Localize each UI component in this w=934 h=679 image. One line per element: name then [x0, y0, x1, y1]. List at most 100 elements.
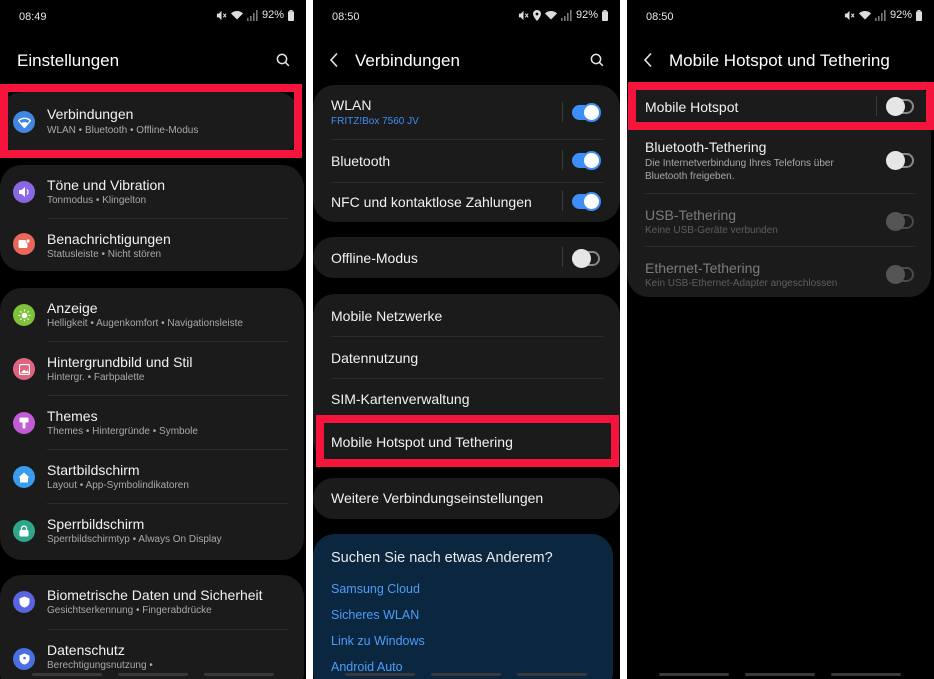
item-subtitle: Keine USB-Geräte verbunden — [645, 225, 778, 236]
wlan-network: FRITZ!Box 7560 JV — [331, 116, 419, 127]
mobile-hotspot-toggle[interactable] — [886, 97, 914, 116]
settings-item-startbildschirm[interactable]: Startbildschirm Layout • App-Symbolindik… — [0, 450, 304, 504]
settings-item-themes[interactable]: Themes Themes • Hintergründe • Symbole — [0, 396, 304, 450]
nav-bar — [0, 673, 306, 677]
item-title: Hintergrundbild und Stil — [47, 354, 193, 370]
offline-toggle[interactable] — [572, 249, 600, 268]
battery-icon — [602, 9, 608, 21]
settings-group: Töne und Vibration Tonmodus • Klingelton… — [0, 165, 304, 271]
ethernet-tethering-row: Ethernet-Tethering Kein USB-Ethernet-Ada… — [627, 247, 931, 297]
item-title: Mobile Hotspot — [645, 99, 739, 115]
settings-group: Biometrische Daten und Sicherheit Gesich… — [0, 575, 304, 679]
usb-tethering-row: USB-Tethering Keine USB-Geräte verbunden — [627, 194, 931, 246]
menu-item-sim[interactable]: SIM-Kartenverwaltung — [313, 379, 620, 420]
item-subtitle: Tonmodus • Klingelton — [47, 195, 147, 206]
wifi-status-icon — [544, 10, 557, 19]
privacy-icon — [13, 648, 35, 670]
menu-group: Weitere Verbindungseinstellungen — [313, 478, 620, 519]
wlan-row[interactable]: WLAN FRITZ!Box 7560 JV — [313, 85, 620, 139]
settings-item-hintergrundbild[interactable]: Hintergrundbild und Stil Hintergr. • Far… — [0, 342, 304, 396]
lock-icon — [13, 520, 35, 542]
wlan-toggle[interactable] — [572, 103, 601, 122]
status-bar: 08:50 92% — [627, 0, 934, 34]
menu-item-weitere[interactable]: Weitere Verbindungseinstellungen — [313, 478, 620, 519]
menu-group: Mobile Netzwerke Datennutzung SIM-Karten… — [313, 294, 620, 462]
menu-item-mobile-netzwerke[interactable]: Mobile Netzwerke — [313, 294, 620, 336]
item-title: Weitere Verbindungseinstellungen — [331, 490, 544, 506]
settings-item-sperrbildschirm[interactable]: Sperrbildschirm Sperrbildschirmtyp • Alw… — [0, 504, 304, 560]
page-title: Verbindungen — [355, 51, 460, 70]
item-title: Datennutzung — [331, 350, 419, 366]
mute-icon — [844, 10, 855, 20]
nav-bar — [627, 673, 934, 677]
toggle-group: Offline-Modus — [313, 237, 620, 278]
item-subtitle: Hintergr. • Farbpalette — [47, 372, 145, 383]
image-icon — [13, 358, 35, 380]
mute-icon — [216, 10, 227, 20]
settings-item-toene[interactable]: Töne und Vibration Tonmodus • Klingelton — [0, 165, 304, 219]
back-arrow-icon[interactable] — [643, 52, 653, 68]
item-subtitle: Die Internetverbindung Ihres Telefons üb… — [645, 158, 834, 182]
bluetooth-tethering-toggle[interactable] — [886, 151, 914, 170]
link-android-auto[interactable]: Android Auto — [331, 660, 403, 674]
speaker-icon — [13, 181, 35, 203]
item-subtitle: Layout • App-Symbolindikatoren — [47, 480, 189, 491]
brush-icon — [13, 412, 35, 434]
item-title: Benachrichtigungen — [47, 231, 171, 247]
item-title: Bluetooth — [331, 153, 391, 169]
mobile-hotspot-row[interactable]: Mobile Hotspot — [627, 84, 931, 130]
status-time: 08:50 — [332, 11, 360, 23]
search-icon[interactable] — [276, 53, 290, 67]
item-title: Datenschutz — [47, 642, 125, 658]
ethernet-tethering-toggle — [886, 265, 914, 284]
settings-item-benachrichtigungen[interactable]: Benachrichtigungen Statusleiste • Nicht … — [0, 219, 304, 271]
nfc-row[interactable]: NFC und kontaktlose Zahlungen — [313, 183, 620, 222]
bluetooth-tethering-row[interactable]: Bluetooth-Tethering Die Internetverbindu… — [627, 130, 931, 192]
page-title: Einstellungen — [17, 51, 120, 70]
settings-group: Verbindungen WLAN • Bluetooth • Offline-… — [0, 92, 299, 154]
status-time: 08:49 — [19, 11, 47, 23]
separator — [562, 150, 563, 170]
item-title: SIM-Kartenverwaltung — [331, 391, 470, 407]
separator — [562, 247, 563, 267]
item-subtitle: Sperrbildschirmtyp • Always On Display — [47, 534, 222, 545]
tethering-group: Mobile Hotspot Bluetooth-Tethering Die I… — [627, 84, 931, 297]
bluetooth-row[interactable]: Bluetooth — [313, 140, 620, 180]
item-subtitle: Statusleiste • Nicht stören — [47, 249, 162, 260]
link-samsung-cloud[interactable]: Samsung Cloud — [331, 582, 420, 596]
battery-level: 92% — [889, 9, 912, 21]
settings-item-verbindungen[interactable]: Verbindungen WLAN • Bluetooth • Offline-… — [0, 92, 299, 154]
item-title: NFC und kontaktlose Zahlungen — [331, 194, 532, 210]
back-arrow-icon[interactable] — [329, 52, 339, 68]
status-bar: 08:50 92% — [313, 0, 620, 34]
settings-item-datenschutz[interactable]: Datenschutz Berechtigungsnutzung • — [0, 630, 304, 679]
settings-screen: 08:49 92% Einstellungen Verbindungen WLA… — [0, 0, 306, 679]
shield-icon — [13, 591, 35, 613]
menu-item-datennutzung[interactable]: Datennutzung — [313, 337, 620, 378]
item-subtitle: Berechtigungsnutzung • — [47, 660, 153, 671]
menu-item-hotspot[interactable]: Mobile Hotspot und Tethering — [313, 421, 620, 462]
link-zu-windows[interactable]: Link zu Windows — [331, 634, 425, 648]
nfc-toggle[interactable] — [572, 192, 601, 211]
notification-icon — [13, 233, 35, 255]
separator — [876, 96, 877, 116]
item-title: USB-Tethering — [645, 207, 737, 223]
location-icon — [532, 9, 541, 21]
item-subtitle: Kein USB-Ethernet-Adapter angeschlossen — [645, 278, 838, 289]
separator — [562, 102, 563, 122]
suggestion-question: Suchen Sie nach etwas Anderem? — [331, 550, 553, 566]
suggestion-panel: Suchen Sie nach etwas Anderem? Samsung C… — [313, 534, 613, 679]
settings-item-anzeige[interactable]: Anzeige Helligkeit • Augenkomfort • Navi… — [0, 288, 304, 342]
item-subtitle: Themes • Hintergründe • Symbole — [47, 426, 198, 437]
signal-icon — [874, 9, 886, 21]
offline-row[interactable]: Offline-Modus — [313, 237, 620, 278]
search-icon[interactable] — [590, 53, 604, 67]
settings-item-biometrie[interactable]: Biometrische Daten und Sicherheit Gesich… — [0, 575, 304, 629]
battery-level: 92% — [261, 9, 284, 21]
toggle-group: WLAN FRITZ!Box 7560 JV Bluetooth NFC und… — [313, 85, 620, 222]
bluetooth-toggle[interactable] — [572, 151, 601, 170]
item-title: Bluetooth-Tethering — [645, 139, 767, 155]
link-sicheres-wlan[interactable]: Sicheres WLAN — [331, 608, 419, 622]
mute-icon — [518, 10, 529, 20]
signal-icon — [560, 9, 572, 21]
